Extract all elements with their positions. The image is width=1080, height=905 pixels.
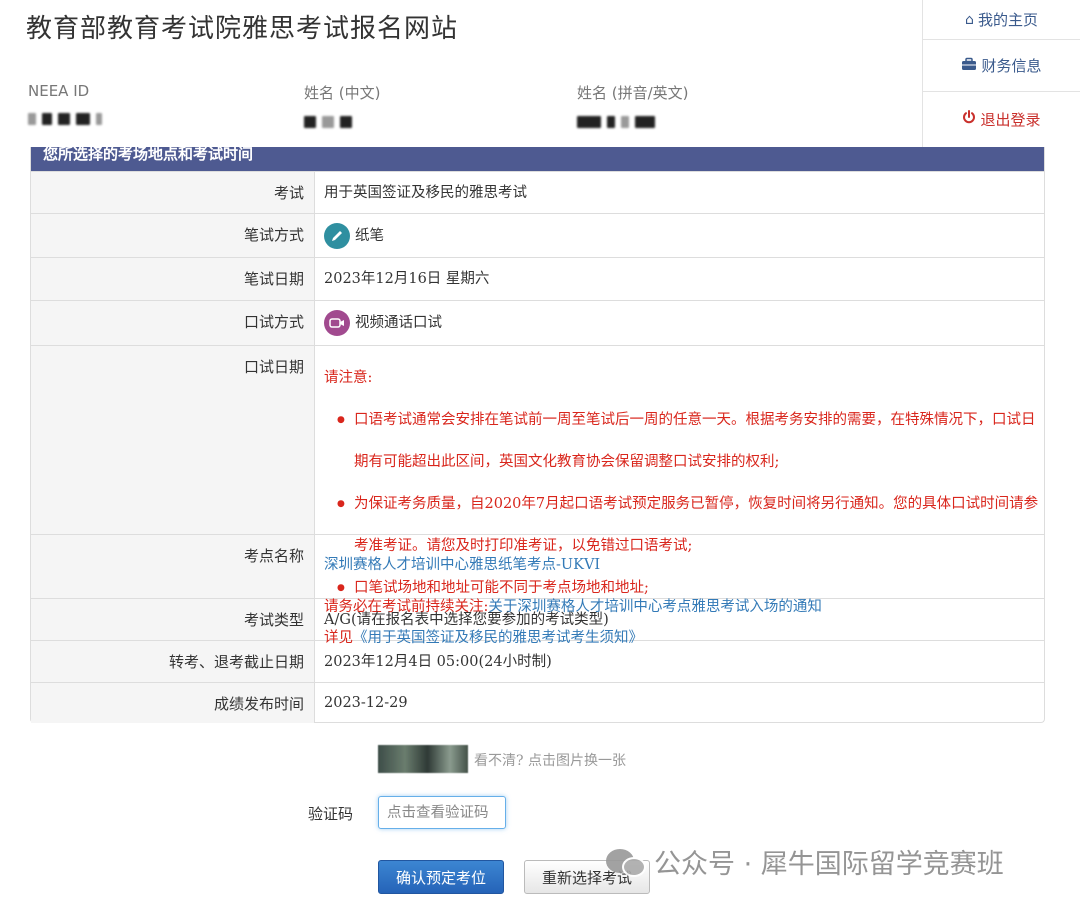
video-camera-icon [324,310,350,336]
captcha-label: 验证码 [308,805,354,823]
name-cn-value-redacted [304,115,380,129]
row-oral-mode: 口试方式 视频通话口试 [31,300,1044,345]
row-written-mode: 笔试方式 纸笔 [31,213,1044,257]
row-label: 转考、退考截止日期 [31,641,315,682]
captcha-input[interactable] [378,796,506,829]
row-label: 考点名称 [31,535,315,598]
row-value: 用于英国签证及移民的雅思考试 [324,184,527,201]
watermark-text: 公众号 · 犀牛国际留学竞赛班 [654,849,1004,880]
written-mode-value: 纸笔 [355,227,384,244]
notice-title: 请注意: [324,370,373,386]
menu-logout-label: 退出登录 [980,110,1041,129]
confirm-booking-button[interactable]: 确认预定考位 [378,860,504,894]
menu-logout[interactable]: 退出登录 [923,92,1080,146]
menu-home-label: 我的主页 [977,11,1038,29]
neea-id-label: NEEA ID [28,82,90,100]
row-oral-date: 口试日期 请注意: 口语考试通常会安排在笔试前一周至笔试后一周的任意一天。根据考… [31,345,1044,646]
row-label: 考试类型 [31,599,315,640]
oral-date-notice: 请注意: 口语考试通常会安排在笔试前一周至笔试后一周的任意一天。根据考务安排的需… [315,346,1044,646]
name-en-label: 姓名 (拼音/英文) [577,84,689,102]
row-label: 笔试日期 [31,258,315,300]
row-value: 纸笔 [315,214,1044,257]
panel-heading: 您所选择的考场地点和考试时间 [31,147,1044,171]
row-deadline: 转考、退考截止日期 2023年12月4日 05:00(24小时制) [31,640,1044,682]
exam-details-panel: 您所选择的考场地点和考试时间 考试 用于英国签证及移民的雅思考试 笔试方式 纸笔… [30,147,1045,723]
captcha-image[interactable] [378,745,468,773]
captcha-refresh-tip[interactable]: 看不清? 点击图片换一张 [474,750,626,770]
row-result-date: 成绩发布时间 2023-12-29 [31,682,1044,723]
row-written-date: 笔试日期 2023年12月16日 星期六 [31,257,1044,300]
row-value: 2023年12月16日 星期六 [324,271,490,287]
row-exam: 考试 用于英国签证及移民的雅思考试 [31,171,1044,213]
menu-home[interactable]: ⌂ 我的主页 [923,0,1080,40]
row-label: 考试 [31,172,315,213]
notice-item: 口语考试通常会安排在笔试前一周至笔试后一周的任意一天。根据考务安排的需要，在特殊… [334,399,1044,483]
home-icon: ⌂ [965,11,974,28]
briefcase-icon [961,57,977,75]
oral-mode-value: 视频通话口试 [355,315,442,331]
menu-finance-label: 财务信息 [981,57,1042,75]
wechat-icon [606,845,646,879]
notice-item: 为保证考务质量，自2020年7月起口语考试预定服务已暂停，恢复时间将另行通知。您… [334,483,1044,567]
neea-id-field: NEEA ID [28,82,102,126]
name-cn-field: 姓名 (中文) [304,82,380,129]
row-label: 笔试方式 [31,214,315,257]
watermark: 公众号 · 犀牛国际留学竞赛班 [606,842,1004,881]
name-en-field: 姓名 (拼音/英文) [577,82,689,129]
row-value: 视频通话口试 [315,301,1044,345]
site-title: 教育部教育考试院雅思考试报名网站 [26,14,459,44]
row-label: 口试日期 [31,346,315,534]
menu-finance[interactable]: 财务信息 [923,40,1080,92]
notice-item: 口笔试场地和地址可能不同于考点场地和地址; [334,567,1044,609]
power-icon [962,110,976,128]
pencil-icon [324,222,350,249]
row-label: 口试方式 [31,301,315,345]
name-cn-label: 姓名 (中文) [304,84,381,102]
row-label: 成绩发布时间 [31,683,315,723]
row-value: 2023年12月4日 05:00(24小时制) [324,653,552,670]
row-value: 2023-12-29 [324,695,408,711]
side-menu: ⌂ 我的主页 财务信息 退出登录 [922,0,1080,147]
name-en-value-redacted [577,115,689,129]
notice-list: 口语考试通常会安排在笔试前一周至笔试后一周的任意一天。根据考务安排的需要，在特殊… [324,399,1044,609]
neea-id-value-redacted [28,112,102,126]
user-info: NEEA ID 姓名 (中文) 姓名 (拼音/英文) [28,82,908,132]
